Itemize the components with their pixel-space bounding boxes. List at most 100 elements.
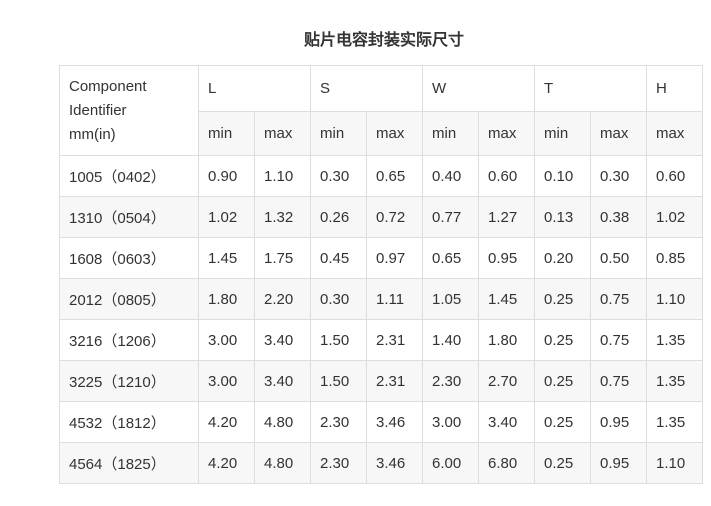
- dimension-cell: 2.30: [310, 442, 367, 484]
- sub-header: min: [422, 111, 480, 156]
- component-identifier-cell: 4532（1812）: [59, 401, 199, 443]
- component-identifier-cell: 3225（1210）: [59, 360, 199, 402]
- dimension-cell: 0.26: [310, 196, 367, 238]
- table-row: 1005（0402） 0.90 1.10 0.30 0.65 0.40 0.60 0.10 0.…: [59, 155, 704, 197]
- dimension-cell: 1.45: [198, 237, 255, 279]
- dimension-cell: 6.80: [478, 442, 536, 484]
- component-identifier-cell: 1310（0504）: [59, 196, 199, 238]
- dimension-cell: 1.50: [310, 360, 367, 402]
- dimension-cell: 3.00: [198, 319, 255, 361]
- dimension-cell: 1.10: [646, 278, 704, 320]
- dimension-cell: 0.30: [590, 155, 648, 197]
- dimension-cell: 3.00: [198, 360, 255, 402]
- dimension-cell: 3.46: [365, 401, 424, 443]
- dimension-cell: 0.75: [590, 319, 648, 361]
- group-header-w: W: [422, 65, 536, 112]
- dimension-cell: 1.80: [478, 319, 536, 361]
- dimension-cell: 0.40: [422, 155, 480, 197]
- table-row: 3225（1210） 3.00 3.40 1.50 2.31 2.30 2.70 0.25 0.…: [59, 360, 704, 402]
- dimension-cell: 0.95: [590, 442, 648, 484]
- dimension-cell: 1.05: [422, 278, 480, 320]
- table-row: 4532（1812） 4.20 4.80 2.30 3.46 3.00 3.40 0.25 0.…: [59, 401, 704, 443]
- dimension-cell: 0.45: [310, 237, 367, 279]
- dimension-cell: 4.20: [198, 442, 255, 484]
- dimension-cell: 0.75: [590, 278, 648, 320]
- dimension-cell: 4.20: [198, 401, 255, 443]
- dimension-cell: 0.20: [534, 237, 592, 279]
- dimension-cell: 2.30: [310, 401, 367, 443]
- dimension-cell: 0.65: [422, 237, 480, 279]
- dimension-cell: 4.80: [254, 442, 311, 484]
- dimension-cell: 2.20: [254, 278, 311, 320]
- dimension-cell: 0.60: [646, 155, 704, 197]
- dimension-cell: 2.31: [365, 319, 424, 361]
- component-identifier-header: Component Identifier mm(in): [59, 65, 199, 156]
- group-header-t: T: [534, 65, 648, 112]
- dimension-cell: 0.65: [365, 155, 424, 197]
- dimension-cell: 1.75: [254, 237, 311, 279]
- dimension-cell: 1.35: [646, 319, 704, 361]
- dimension-cell: 1.11: [365, 278, 424, 320]
- header-line-2: Identifier: [69, 101, 127, 119]
- dimension-cell: 0.25: [534, 401, 592, 443]
- dimension-cell: 1.02: [646, 196, 704, 238]
- dimension-cell: 0.72: [365, 196, 424, 238]
- group-header-h: H: [646, 65, 704, 112]
- group-header-l: L: [198, 65, 311, 112]
- dimension-cell: 1.02: [198, 196, 255, 238]
- dimension-cell: 0.30: [310, 278, 367, 320]
- table-row: 3216（1206） 3.00 3.40 1.50 2.31 1.40 1.80 0.25 0.…: [59, 319, 704, 361]
- dimension-cell: 2.31: [365, 360, 424, 402]
- page-title: 贴片电容封装实际尺寸: [303, 30, 464, 49]
- sub-header: min: [534, 111, 592, 156]
- dimension-cell: 1.32: [254, 196, 311, 238]
- dimension-cell: 1.80: [198, 278, 255, 320]
- dimension-cell: 4.80: [254, 401, 311, 443]
- dimension-cell: 0.95: [478, 237, 536, 279]
- dimension-cell: 0.30: [310, 155, 367, 197]
- dimension-cell: 0.97: [365, 237, 424, 279]
- capacitor-size-table: Component Identifier mm(in) L S W T H mi…: [59, 65, 704, 484]
- dimension-cell: 0.25: [534, 360, 592, 402]
- dimension-cell: 0.25: [534, 442, 592, 484]
- dimension-cell: 1.50: [310, 319, 367, 361]
- dimension-cell: 1.27: [478, 196, 536, 238]
- component-identifier-cell: 1005（0402）: [59, 155, 199, 197]
- dimension-cell: 1.45: [478, 278, 536, 320]
- header-row-groups: Component Identifier mm(in) L S W T H: [59, 65, 704, 156]
- table-row: 1310（0504） 1.02 1.32 0.26 0.72 0.77 1.27 0.13 0.…: [59, 196, 704, 238]
- header-line-3: mm(in): [69, 125, 116, 143]
- dimension-cell: 3.40: [254, 360, 311, 402]
- dimension-cell: 0.85: [646, 237, 704, 279]
- dimension-cell: 0.77: [422, 196, 480, 238]
- sub-header: min: [310, 111, 367, 156]
- dimension-cell: 6.00: [422, 442, 480, 484]
- dimension-cell: 3.00: [422, 401, 480, 443]
- dimension-cell: 2.30: [422, 360, 480, 402]
- group-header-s: S: [309, 65, 424, 112]
- table-row: 1608（0603） 1.45 1.75 0.45 0.97 0.65 0.95 0.20 0.…: [59, 237, 704, 279]
- dimension-cell: 0.60: [478, 155, 536, 197]
- dimension-cell: 0.38: [590, 196, 648, 238]
- sub-header: min: [198, 111, 255, 156]
- sub-header: max: [365, 111, 424, 156]
- component-identifier-cell: 2012（0805）: [59, 278, 199, 320]
- table-row: 2012（0805） 1.80 2.20 0.30 1.11 1.05 1.45 0.25 0.…: [59, 278, 704, 320]
- dimension-cell: 0.75: [590, 360, 648, 402]
- dimension-cell: 0.25: [534, 319, 592, 361]
- header-line-1: Component: [69, 77, 147, 95]
- dimension-cell: 0.50: [590, 237, 648, 279]
- dimension-cell: 0.90: [198, 155, 255, 197]
- dimension-cell: 1.10: [646, 442, 704, 484]
- table-row: 4564（1825） 4.20 4.80 2.30 3.46 6.00 6.80 0.25 0.…: [59, 442, 704, 484]
- dimension-cell: 1.40: [422, 319, 480, 361]
- sub-header: max: [590, 111, 648, 156]
- dimension-cell: 0.13: [534, 196, 592, 238]
- dimension-cell: 3.40: [478, 401, 536, 443]
- sub-header: max: [646, 111, 704, 156]
- dimension-cell: 1.10: [254, 155, 311, 197]
- sub-header: max: [254, 111, 311, 156]
- dimension-cell: 1.35: [646, 360, 704, 402]
- dimension-cell: 1.35: [646, 401, 704, 443]
- sub-header: max: [478, 111, 536, 156]
